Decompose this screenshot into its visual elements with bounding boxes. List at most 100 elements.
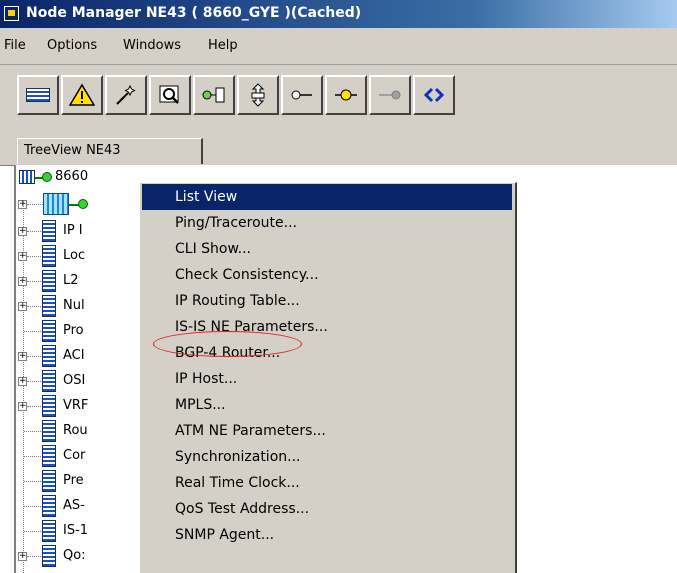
- tree-item[interactable]: + L2: [16, 269, 146, 294]
- root-status-icon: [42, 172, 52, 182]
- inspect-button[interactable]: [149, 75, 191, 115]
- menu-file[interactable]: File: [4, 38, 26, 53]
- tree-item-label: OSI: [63, 373, 86, 388]
- tree-item[interactable]: + ACI: [16, 344, 146, 369]
- tree-connector: [27, 231, 41, 232]
- folder-icon: [42, 270, 56, 292]
- wand-icon: [116, 84, 136, 105]
- sync-button[interactable]: [413, 75, 455, 115]
- link-gray-icon: [379, 90, 401, 100]
- tab-treeview[interactable]: TreeView NE43: [17, 138, 203, 164]
- link-white-button[interactable]: [281, 75, 323, 115]
- tree-item-label: IP I: [63, 223, 83, 238]
- tree-item[interactable]: + Loc: [16, 244, 146, 269]
- connector-icon: [202, 87, 225, 103]
- tree-item[interactable]: + Qo:: [16, 544, 146, 569]
- tree-connector: [27, 381, 41, 382]
- expand-icon[interactable]: +: [18, 302, 27, 311]
- tree-connector: [27, 204, 43, 205]
- folder-icon: [42, 320, 56, 342]
- menu-item-ip-routing-table[interactable]: IP Routing Table...: [142, 288, 512, 314]
- expand-icon[interactable]: +: [18, 227, 27, 236]
- list-view-button[interactable]: [17, 75, 59, 115]
- tree-item[interactable]: Pre: [16, 469, 146, 494]
- menu-bar: File Options Windows Help: [0, 28, 677, 65]
- menu-help[interactable]: Help: [208, 38, 238, 53]
- tree-item[interactable]: AS-: [16, 494, 146, 519]
- menu-item-cli-show[interactable]: CLI Show...: [142, 236, 512, 262]
- menu-item-list-view[interactable]: List View: [142, 184, 512, 210]
- highlight-circle: [153, 331, 302, 357]
- tree-connector: [24, 531, 41, 532]
- expand-icon[interactable]: +: [18, 277, 27, 286]
- tree-connector: [27, 406, 41, 407]
- expand-icon[interactable]: +: [18, 252, 27, 261]
- menu-item-ping-traceroute[interactable]: Ping/Traceroute...: [142, 210, 512, 236]
- tree-item[interactable]: Cor: [16, 444, 146, 469]
- menu-item-ip-host[interactable]: IP Host...: [142, 366, 512, 392]
- expand-icon[interactable]: +: [18, 552, 27, 561]
- tree-connector: [24, 481, 41, 482]
- tree-item-label: AS-: [63, 498, 85, 513]
- link-white-icon: [291, 90, 312, 100]
- expand-icon[interactable]: +: [18, 402, 27, 411]
- tree-item[interactable]: + OSI: [16, 369, 146, 394]
- tab-strip: TreeView NE43: [0, 131, 677, 166]
- tree-connector: [24, 331, 41, 332]
- tree-item-label: Cor: [63, 448, 86, 463]
- folder-icon: [42, 245, 56, 267]
- tree-connector: [27, 556, 41, 557]
- link-yellow-button[interactable]: [325, 75, 367, 115]
- root-node-icon: [19, 170, 35, 184]
- root-label: 8660: [55, 169, 89, 184]
- title-bar: Node Manager NE43 ( 8660_GYE )(Cached): [0, 0, 677, 28]
- warning-icon: [69, 83, 95, 106]
- tree-connector: [27, 281, 41, 282]
- tree-item-label: ACI: [63, 348, 85, 363]
- tree-item-label: Loc: [63, 248, 86, 263]
- menu-item-qos-test-address[interactable]: QoS Test Address...: [142, 496, 512, 522]
- tree-item[interactable]: + Nul: [16, 294, 146, 319]
- expand-icon[interactable]: +: [18, 352, 27, 361]
- folder-icon: [42, 395, 56, 417]
- tree-item[interactable]: Rou: [16, 419, 146, 444]
- menu-item-mpls[interactable]: MPLS...: [142, 392, 512, 418]
- tree-item[interactable]: Pro: [16, 319, 146, 344]
- tree-item[interactable]: + VRF: [16, 394, 146, 419]
- tree-item[interactable]: + IP I: [16, 219, 146, 244]
- shelf-icon: [43, 193, 69, 215]
- menu-item-check-consistency[interactable]: Check Consistency...: [142, 262, 512, 288]
- folder-icon: [42, 370, 56, 392]
- menu-options[interactable]: Options: [47, 38, 97, 53]
- tree-item-label: Pro: [63, 323, 84, 338]
- tree-connector: [24, 456, 41, 457]
- tree-item-label: Nul: [63, 298, 85, 313]
- expand-icon[interactable]: +: [18, 377, 27, 386]
- inspect-icon: [159, 85, 179, 104]
- alarm-button[interactable]: [61, 75, 103, 115]
- tree-item-label: Pre: [63, 473, 84, 488]
- menu-item-synchronization[interactable]: Synchronization...: [142, 444, 512, 470]
- link-yellow-icon: [335, 89, 357, 101]
- wand-button[interactable]: [105, 75, 147, 115]
- move-button[interactable]: [237, 75, 279, 115]
- folder-icon: [42, 445, 56, 467]
- menu-item-snmp-agent[interactable]: SNMP Agent...: [142, 522, 512, 548]
- tree-connector: [27, 306, 41, 307]
- move-icon: [251, 83, 265, 107]
- tree-connector: [24, 506, 41, 507]
- menu-item-atm-ne-parameters[interactable]: ATM NE Parameters...: [142, 418, 512, 444]
- sync-icon: [423, 87, 445, 103]
- menu-item-real-time-clock[interactable]: Real Time Clock...: [142, 470, 512, 496]
- folder-icon: [42, 520, 56, 542]
- folder-icon: [42, 220, 56, 242]
- folder-icon: [42, 420, 56, 442]
- menu-windows[interactable]: Windows: [123, 38, 181, 53]
- shelf-status-icon: [78, 199, 88, 209]
- folder-icon: [42, 345, 56, 367]
- tree-connector: [24, 431, 41, 432]
- toolbar: [0, 65, 677, 131]
- link-gray-button[interactable]: [369, 75, 411, 115]
- connector-button[interactable]: [193, 75, 235, 115]
- tree-item[interactable]: IS-1: [16, 519, 146, 544]
